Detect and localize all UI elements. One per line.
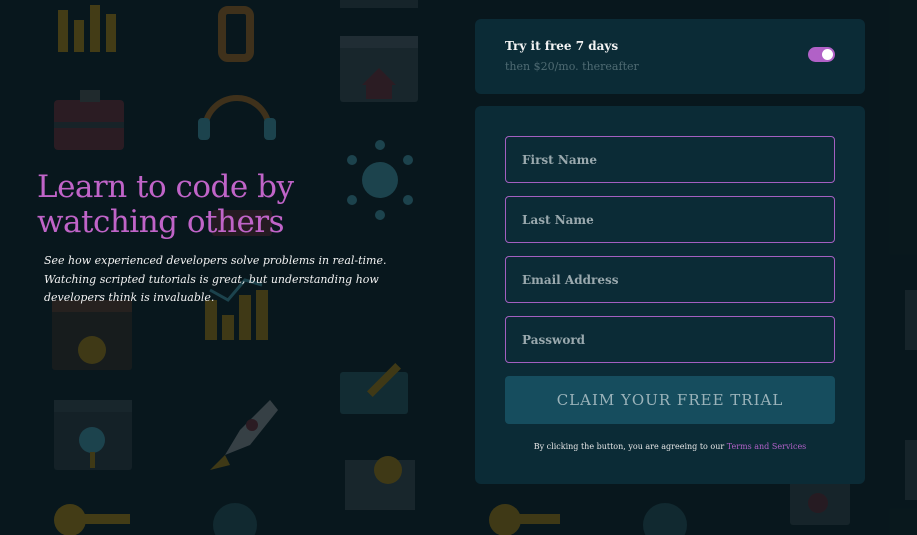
claim-trial-button[interactable]: CLAIM YOUR FREE TRIAL <box>505 376 835 424</box>
password-field[interactable] <box>505 316 835 363</box>
email-field[interactable] <box>505 256 835 303</box>
signup-form: CLAIM YOUR FREE TRIAL By clicking the bu… <box>475 106 865 484</box>
hero-title-line2: watching others <box>37 204 285 240</box>
terms-link[interactable]: Terms and Services <box>727 442 807 451</box>
trial-title: Try it free 7 days <box>505 39 619 53</box>
hero-description: See how experienced developers solve pro… <box>44 254 387 304</box>
first-name-field[interactable] <box>505 136 835 183</box>
trial-toggle[interactable] <box>808 47 835 62</box>
trial-subtitle: then $20/mo. thereafter <box>505 60 639 73</box>
terms-text: By clicking the button, you are agreeing… <box>533 442 725 451</box>
hero-title: Learn to code by watching others <box>37 170 437 240</box>
trial-card: Try it free 7 days then $20/mo. thereaft… <box>475 19 865 94</box>
last-name-field[interactable] <box>505 196 835 243</box>
terms-notice: By clicking the button, you are agreeing… <box>475 442 865 451</box>
toggle-knob <box>822 49 833 60</box>
hero-title-line1: Learn to code by <box>37 169 294 205</box>
hero-section: Learn to code by watching others See how… <box>37 170 437 308</box>
